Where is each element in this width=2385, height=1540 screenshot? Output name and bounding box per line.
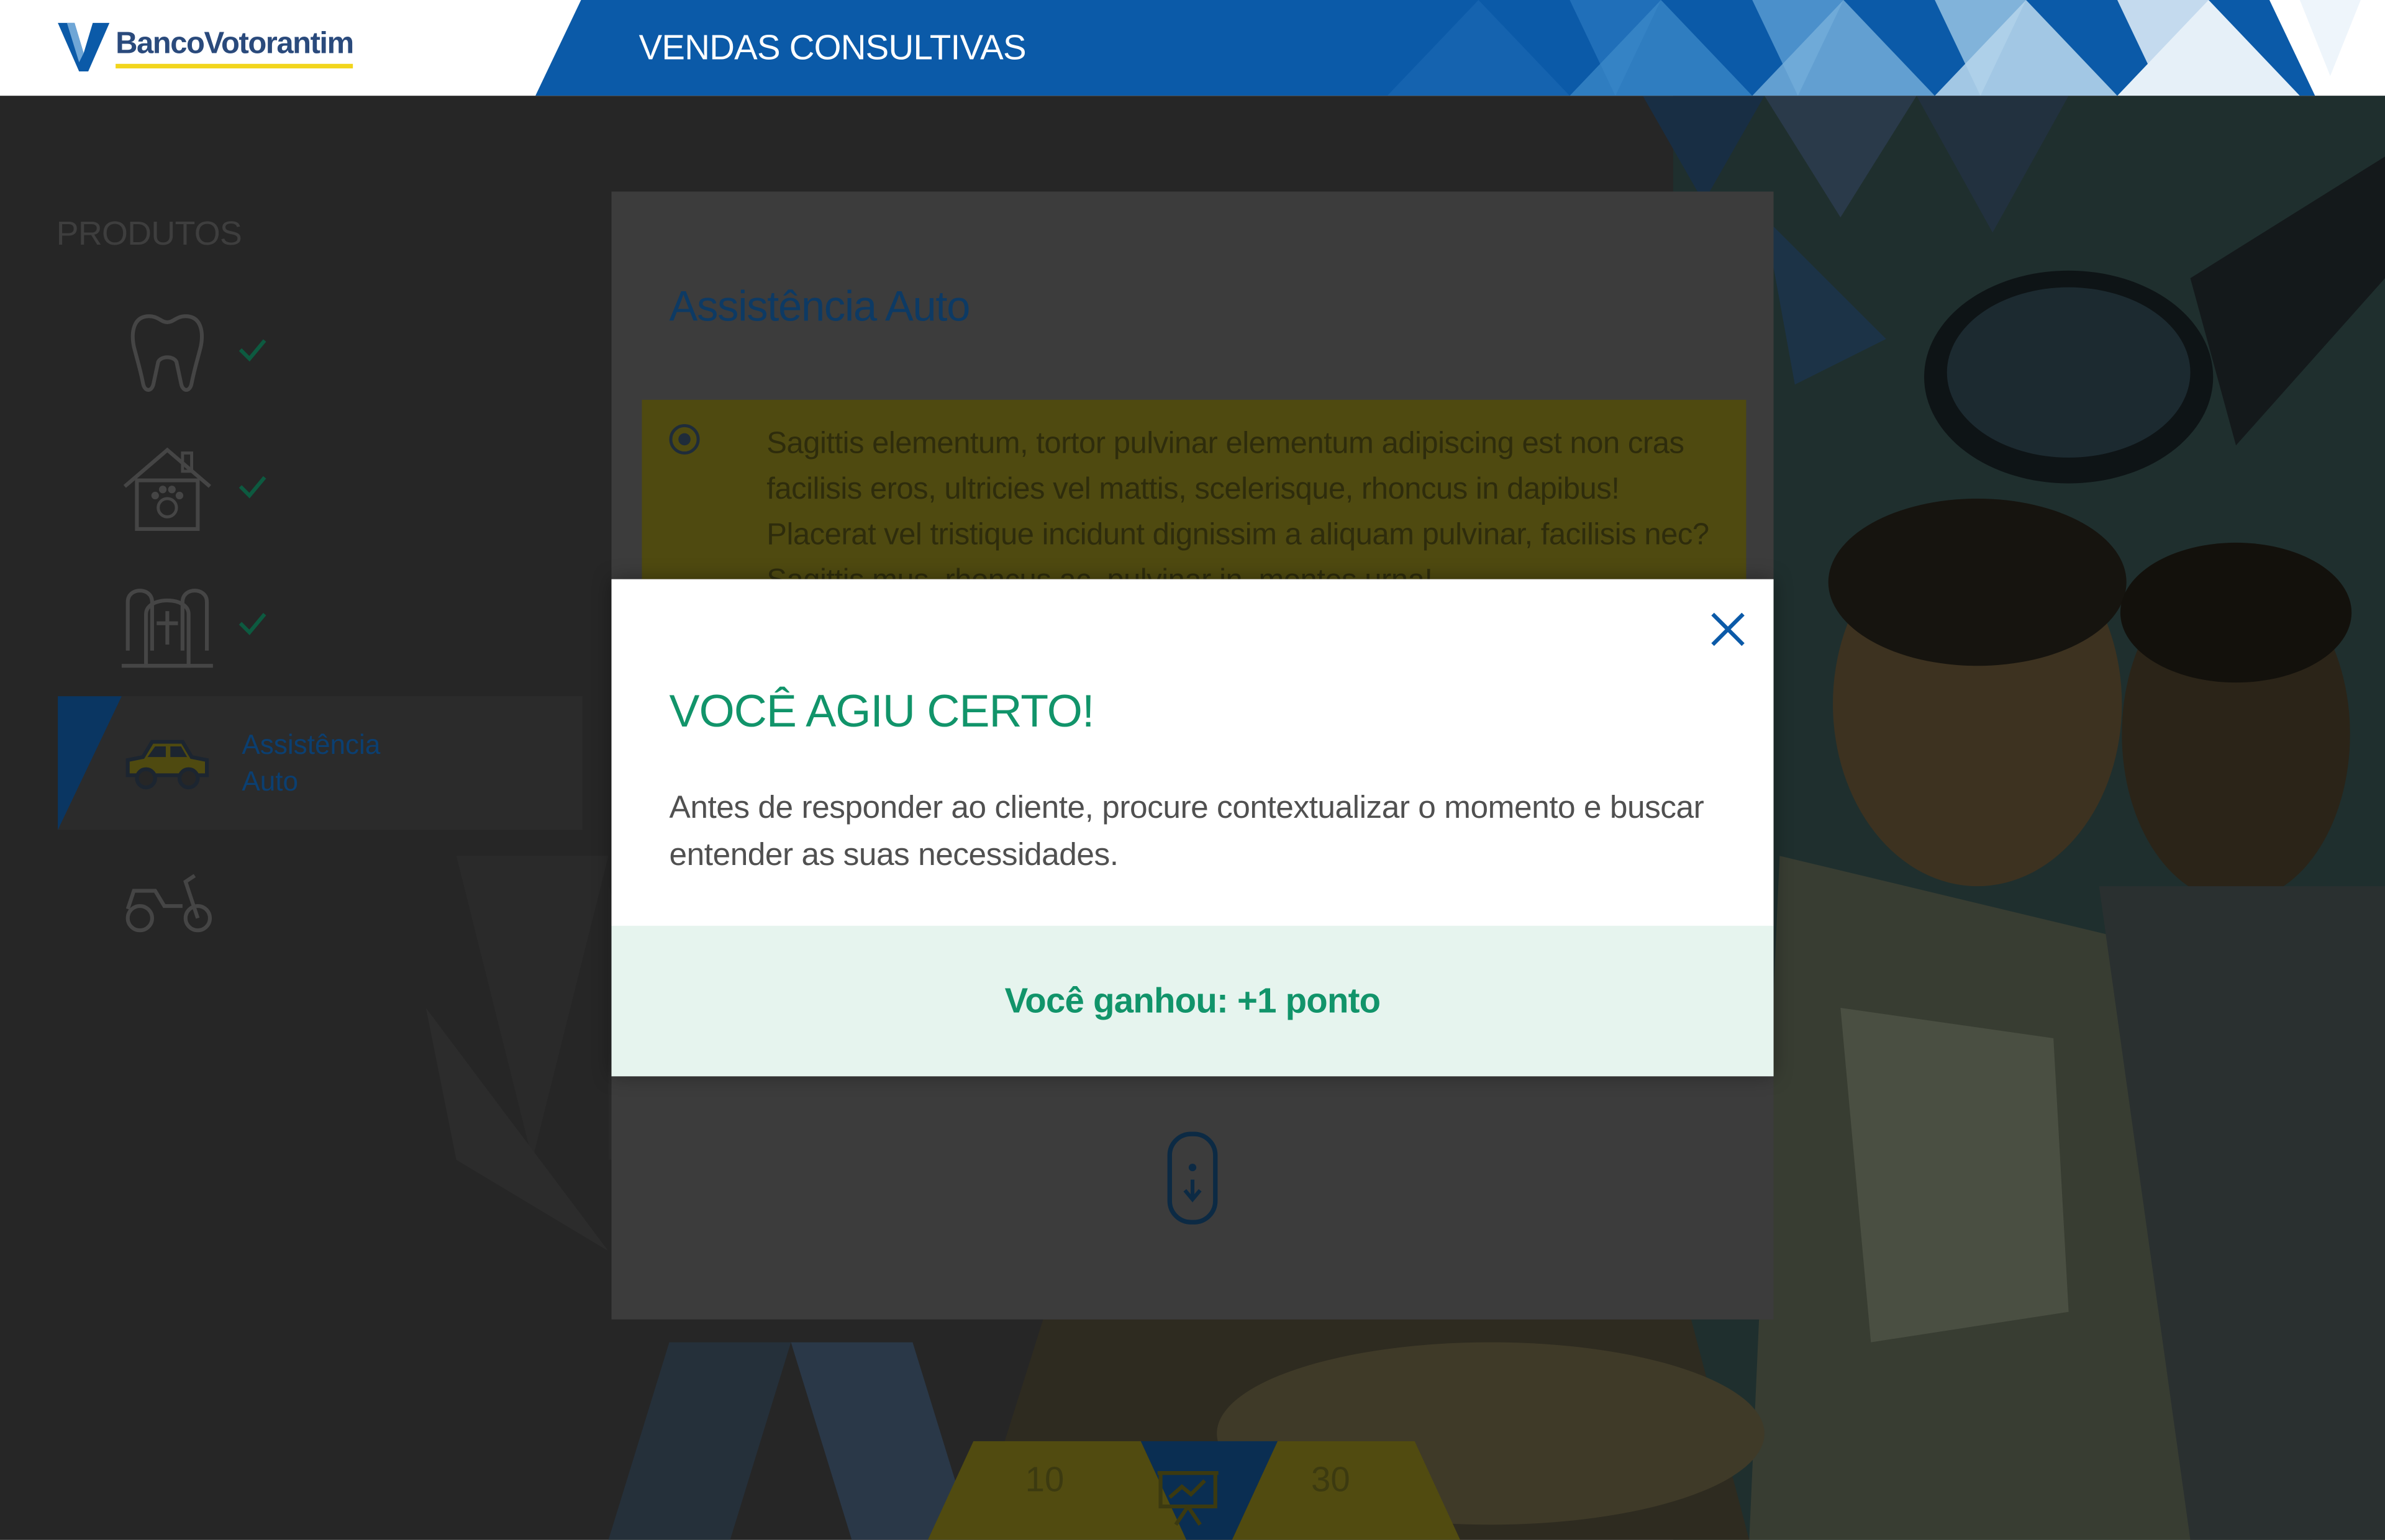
motorcycle-icon [125, 874, 212, 933]
tombstones-icon [121, 589, 213, 668]
sidebar-item-moto[interactable] [58, 833, 583, 967]
score-left: 10 [1025, 1459, 1065, 1499]
app-header: BancoVotorantim VENDAS CONSULTIVAS [0, 0, 2385, 96]
bv-logo-icon [58, 22, 110, 72]
points-earned: Você ganhou: +1 ponto [1004, 980, 1381, 1020]
active-indicator [58, 696, 122, 830]
sidebar-title: PRODUTOS [56, 214, 242, 253]
modal-title: VOCÊ AGIU CERTO! [669, 687, 1095, 738]
sidebar-item-label-line: Assistência [242, 730, 381, 760]
pet-house-icon [123, 447, 211, 531]
answer-option-selected[interactable]: Sagittis elementum, tortor pulvinar elem… [642, 399, 1747, 579]
logo-text: BancoVotorantim [116, 27, 354, 68]
card-title: Assistência Auto [669, 283, 971, 330]
app-title: VENDAS CONSULTIVAS [638, 27, 1027, 67]
check-icon [238, 339, 266, 362]
sidebar-item-dental[interactable] [58, 286, 583, 419]
score-right: 30 [1311, 1459, 1350, 1499]
answer-option-text: Sagittis elementum, tortor pulvinar elem… [766, 427, 1709, 579]
sidebar-item-label-line: Auto [242, 766, 299, 797]
car-icon [125, 740, 209, 790]
sidebar-item-funeral[interactable] [58, 559, 583, 693]
check-icon [238, 613, 266, 635]
presentation-icon[interactable] [1156, 1467, 1220, 1528]
tooth-icon [130, 314, 204, 392]
feedback-modal: VOCÊ AGIU CERTO! Antes de responder ao c… [611, 579, 1774, 1077]
sidebar-item-pet[interactable] [58, 423, 583, 556]
scroll-down-icon[interactable] [1165, 1131, 1220, 1225]
modal-body: Antes de responder ao cliente, procure c… [669, 790, 1704, 873]
radio-button-selected[interactable] [669, 424, 700, 455]
banco-votorantim-logo[interactable]: BancoVotorantim [58, 21, 354, 73]
sidebar-item-auto[interactable]: Assistência Auto [58, 696, 583, 830]
sidebar-item-label: Assistência Auto [242, 727, 424, 800]
close-icon[interactable] [1707, 608, 1750, 651]
check-icon [238, 476, 266, 499]
points-banner: Você ganhou: +1 ponto [611, 925, 1774, 1077]
